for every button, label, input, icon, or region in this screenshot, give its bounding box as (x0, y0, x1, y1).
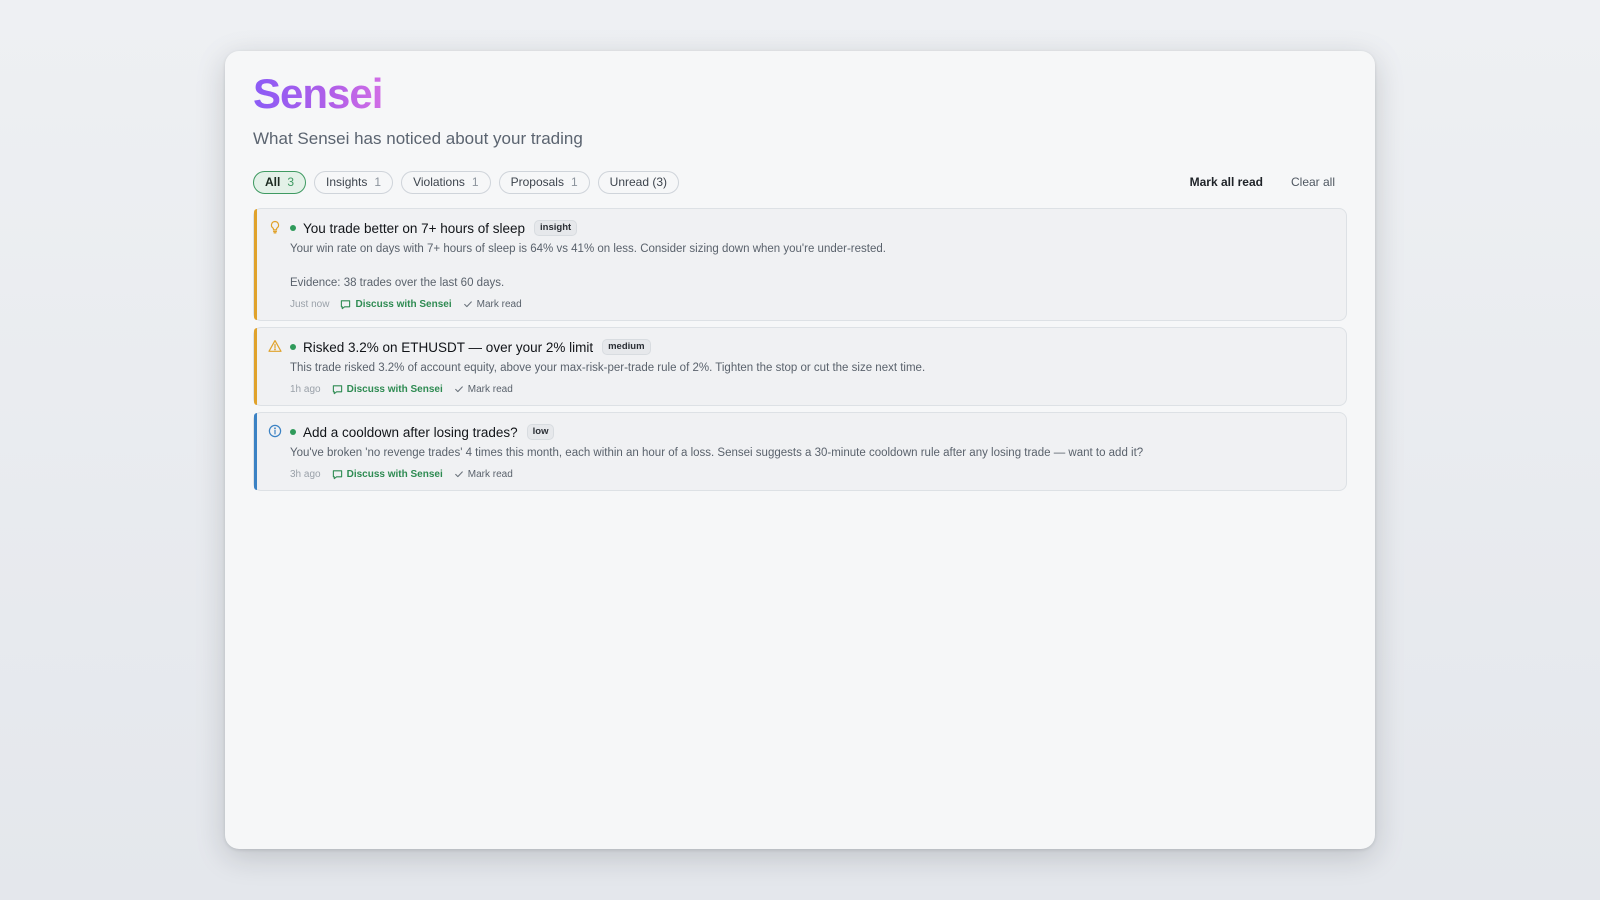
filter-chip-unread[interactable]: Unread (3) (597, 170, 680, 194)
page-subtitle: What Sensei has noticed about your tradi… (253, 129, 583, 148)
filter-chip-label: Insights (326, 175, 368, 189)
discuss-label: Discuss with Sensei (346, 468, 443, 480)
filter-chip-all[interactable]: All 3 (253, 170, 307, 194)
clear-all-button[interactable]: Clear all (1291, 175, 1335, 189)
filter-chip-label: Unread (3) (609, 175, 668, 189)
chat-icon (332, 469, 343, 480)
filter-chip-count: 1 (471, 175, 479, 189)
notification-time: 1h ago (290, 383, 321, 395)
notification-meta: 1h ago Discuss with Sensei Mark read (290, 382, 1332, 396)
notification-meta: 3h ago Discuss with Sensei Mark read (290, 467, 1332, 481)
chat-icon (340, 299, 351, 310)
notification-title: Risked 3.2% on ETHUSDT — over your 2% li… (303, 339, 594, 355)
title-row: You trade better on 7+ hours of sleep in… (290, 219, 1332, 237)
accent-bar (254, 328, 257, 405)
check-icon (463, 299, 473, 309)
chat-icon (332, 384, 343, 395)
unread-dot (290, 344, 296, 350)
notification-body: You've broken 'no revenge trades' 4 time… (290, 447, 1144, 459)
filter-chip-label: Proposals (510, 175, 564, 189)
filter-chip-count: 1 (570, 175, 578, 189)
notification-card: Add a cooldown after losing trades? low … (253, 412, 1347, 491)
notification-time: Just now (290, 298, 330, 310)
accent-bar (254, 209, 257, 320)
notification-card: You trade better on 7+ hours of sleep in… (253, 208, 1347, 321)
accent-bar (254, 413, 257, 490)
notification-tag: medium (602, 339, 651, 355)
notification-body: This trade risked 3.2% of account equity… (290, 362, 926, 374)
check-icon (454, 469, 464, 479)
unread-dot (290, 225, 296, 231)
mark-read-label: Mark read (476, 298, 522, 310)
info-icon (268, 424, 282, 438)
discuss-with-sensei-link[interactable]: Discuss with Sensei (332, 469, 443, 480)
notification-meta: Just now Discuss with Sensei Mark read (290, 297, 1332, 311)
discuss-with-sensei-link[interactable]: Discuss with Sensei (340, 298, 452, 310)
filter-chip-violations[interactable]: Violations 1 (401, 170, 491, 194)
mark-read-button[interactable]: Mark read (454, 384, 513, 395)
discuss-with-sensei-link[interactable]: Discuss with Sensei (332, 384, 443, 395)
mark-read-label: Mark read (467, 468, 513, 480)
filter-chip-insights[interactable]: Insights 1 (314, 170, 394, 194)
mark-all-read-button[interactable]: Mark all read (1190, 175, 1263, 189)
filter-toolbar: All 3 Insights 1 Violations 1 Proposals … (253, 170, 1347, 194)
notification-list: You trade better on 7+ hours of sleep in… (253, 208, 1347, 491)
notification-title: You trade better on 7+ hours of sleep (303, 220, 526, 236)
unread-dot (290, 429, 296, 435)
notification-evidence: Evidence: 38 trades over the last 60 day… (290, 277, 505, 289)
filter-chip-count: 3 (287, 175, 295, 189)
filter-chip-label: Violations (413, 175, 465, 189)
title-row: Risked 3.2% on ETHUSDT — over your 2% li… (290, 338, 1332, 356)
discuss-label: Discuss with Sensei (355, 298, 452, 310)
notification-tag: low (526, 424, 555, 440)
mark-read-button[interactable]: Mark read (463, 299, 522, 310)
brand-logo: Sensei (253, 70, 383, 117)
lightbulb-icon (268, 220, 282, 234)
mark-read-label: Mark read (467, 383, 513, 395)
title-row: Add a cooldown after losing trades? low (290, 423, 1332, 441)
notifications-window: Sensei What Sensei has noticed about you… (225, 51, 1375, 849)
notification-tag: insight (534, 220, 578, 236)
notification-card: Risked 3.2% on ETHUSDT — over your 2% li… (253, 327, 1347, 406)
warning-icon (268, 339, 282, 353)
notification-body: Your win rate on days with 7+ hours of s… (290, 243, 886, 255)
filter-chip-count: 1 (374, 175, 382, 189)
filter-chip-proposals[interactable]: Proposals 1 (498, 170, 590, 194)
notification-title: Add a cooldown after losing trades? (303, 424, 518, 440)
discuss-label: Discuss with Sensei (346, 383, 443, 395)
mark-read-button[interactable]: Mark read (454, 469, 513, 480)
filter-chip-label: All (265, 175, 281, 189)
notification-time: 3h ago (290, 468, 321, 480)
check-icon (454, 384, 464, 394)
